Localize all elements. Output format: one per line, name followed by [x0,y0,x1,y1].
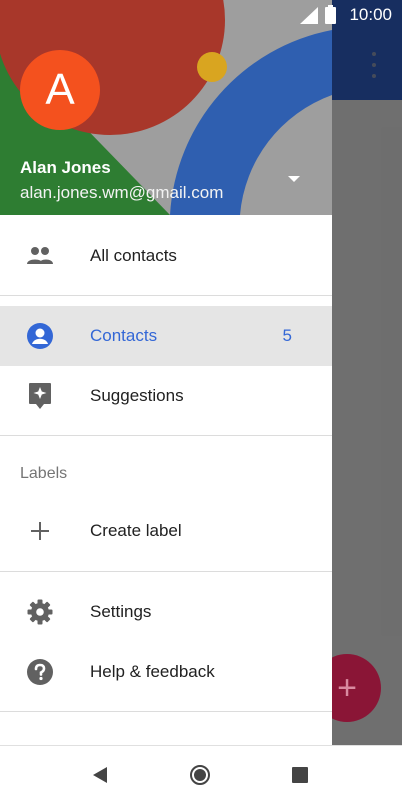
drawer-item-label: Create label [90,521,182,540]
status-bar: 10:00 [0,0,402,30]
account-name: Alan Jones [20,158,111,177]
plus-icon: + [337,669,357,707]
home-icon[interactable] [190,765,210,785]
contacts-count: 5 [282,326,292,345]
gear-icon [26,598,54,626]
labels-section-heading: Labels [20,465,68,482]
signal-icon [300,7,318,24]
battery-icon [325,5,336,24]
people-icon [26,242,54,270]
drawer-item-contacts[interactable]: Contacts 5 [0,306,332,366]
status-time: 10:00 [349,5,392,24]
drawer-item-settings[interactable]: Settings [0,582,332,642]
drawer-item-help-feedback[interactable]: Help & feedback [0,642,332,702]
drawer-item-suggestions[interactable]: Suggestions [0,366,332,426]
account-email: alan.jones.wm@gmail.com [20,183,224,202]
suggestions-icon [26,382,54,410]
divider [0,571,332,572]
plus-icon [26,517,54,545]
drawer-item-all-contacts[interactable]: All contacts [0,226,332,286]
account-avatar[interactable]: A [20,50,100,130]
account-circle-icon [26,322,54,350]
account-switcher-chevron-down-icon[interactable] [288,176,300,182]
drawer-item-label: Suggestions [90,386,184,405]
drawer-item-label: Help & feedback [90,662,215,681]
back-icon[interactable] [93,767,107,783]
divider [0,435,332,436]
divider [0,711,332,712]
drawer-item-label: Contacts [90,326,158,345]
drawer-item-label: Settings [90,602,152,621]
help-icon [26,658,54,686]
navigation-drawer: A Alan Jones alan.jones.wm@gmail.com All… [0,0,332,745]
account-header: A Alan Jones alan.jones.wm@gmail.com [0,0,332,215]
drawer-item-label: All contacts [90,246,177,265]
recent-apps-icon[interactable] [292,767,308,783]
system-nav-bar [0,745,402,805]
divider [0,295,332,296]
drawer-item-create-label[interactable]: Create label [0,501,332,561]
